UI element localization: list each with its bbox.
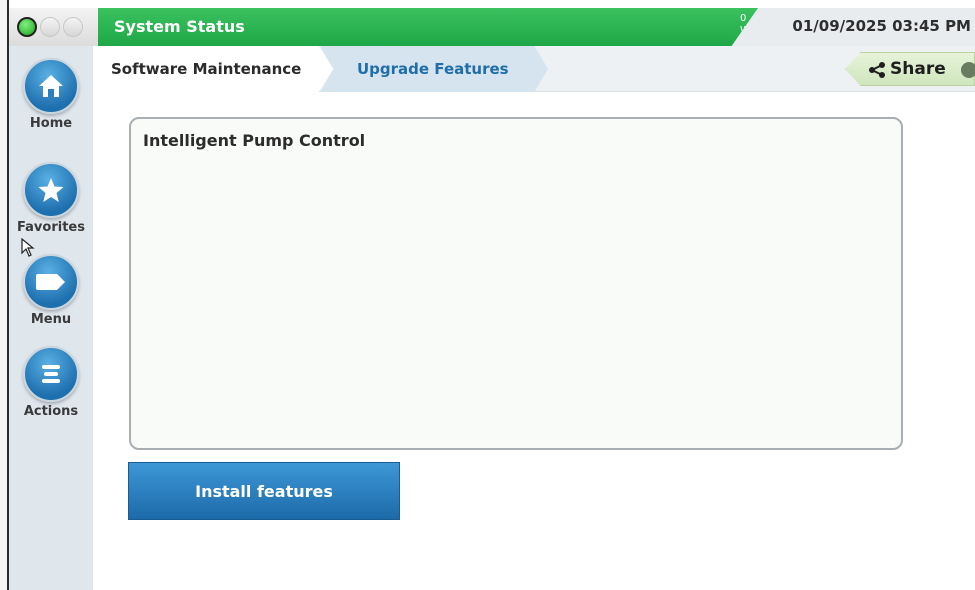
star-icon (23, 162, 79, 218)
system-status-title: System Status (114, 17, 245, 36)
share-label: Share (890, 59, 946, 79)
share-icon (869, 62, 885, 78)
home-icon (23, 58, 79, 114)
chevron-down-icon (961, 62, 975, 78)
menu-tag-icon (23, 254, 79, 310)
warning-indicator (40, 17, 60, 37)
alert-counts: 0 Warning(s) 0 Alarm(s) (740, 13, 795, 46)
breadcrumb: Software Maintenance Upgrade Features Sh… (93, 46, 975, 92)
top-status-bar: System Status 0 Warning(s) 0 Alarm(s) 01… (9, 8, 975, 46)
list-item[interactable]: Intelligent Pump Control (143, 131, 365, 150)
breadcrumb-label: Software Maintenance (111, 60, 302, 78)
sidebar-item-menu[interactable]: Menu (9, 254, 93, 327)
sidebar-item-actions[interactable]: Actions (9, 346, 93, 419)
sidebar-item-favorites[interactable]: Favorites (9, 162, 93, 235)
mouse-pointer-icon (21, 238, 35, 257)
breadcrumb-label: Upgrade Features (357, 60, 509, 78)
sidebar-item-home[interactable]: Home (9, 58, 93, 131)
sidebar-item-label: Home (29, 116, 73, 131)
window-frame (0, 0, 9, 590)
main-content: Intelligent Pump Control Install feature… (93, 93, 975, 590)
breadcrumb-software-maintenance[interactable]: Software Maintenance (93, 46, 333, 92)
actions-icon (23, 346, 79, 402)
sidebar-item-label: Actions (23, 404, 79, 419)
share-button[interactable]: Share (845, 52, 975, 86)
breadcrumb-upgrade-features[interactable]: Upgrade Features (320, 46, 548, 92)
sidebar-item-label: Menu (30, 312, 72, 327)
system-status-banner[interactable]: System Status 0 Warning(s) 0 Alarm(s) (98, 8, 758, 46)
feature-list[interactable]: Intelligent Pump Control (129, 117, 903, 450)
warning-count: 0 Warning(s) (740, 13, 795, 36)
date-time: 01/09/2025 03:45 PM (792, 17, 971, 35)
status-indicators (9, 8, 98, 46)
sidebar-item-label: Favorites (17, 220, 85, 235)
install-features-button[interactable]: Install features (128, 462, 400, 520)
status-ok-indicator (17, 17, 37, 37)
alarm-indicator (63, 17, 83, 37)
sidebar: Home Favorites Menu Actions (9, 46, 93, 590)
